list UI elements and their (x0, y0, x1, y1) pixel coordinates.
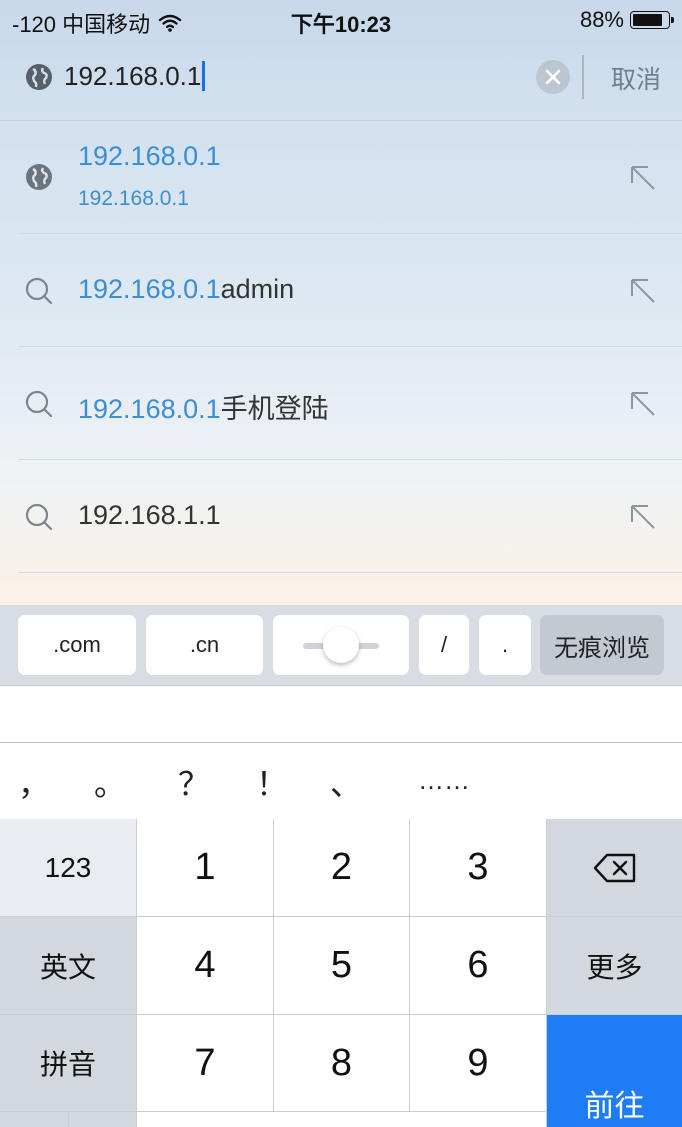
search-icon (25, 277, 53, 305)
cursor-slider[interactable] (273, 615, 409, 675)
arrow-up-left-icon[interactable] (628, 389, 658, 419)
key-9[interactable]: 9 (410, 1015, 546, 1111)
globe-icon (26, 164, 52, 190)
quick-input-bar: .com .cn / . 无痕浏览 (0, 605, 682, 685)
cancel-button[interactable]: 取消 (611, 60, 661, 96)
status-bar: -120 中国移动 下午10:23 88% (0, 0, 682, 38)
suggestion-item[interactable]: 192.168.0.1手机登陆 (0, 347, 682, 460)
key-6[interactable]: 6 (410, 917, 546, 1014)
key-7[interactable]: 7 (137, 1015, 273, 1111)
battery-fill (633, 14, 662, 26)
arrow-up-left-icon[interactable] (628, 502, 658, 532)
backspace-key[interactable] (547, 819, 682, 916)
key-5[interactable]: 5 (274, 917, 409, 1014)
punct-key[interactable]: 。 (94, 759, 126, 805)
arrow-up-left-icon[interactable] (628, 163, 658, 193)
suggestion-item[interactable]: 192.168.0.1 192.168.0.1 (0, 121, 682, 234)
suggestion-rest: 手机登陆 (220, 394, 329, 424)
suggestion-rest: 192.168.1.1 (78, 500, 221, 530)
suggestion-title: 192.168.0.1admin (78, 274, 294, 305)
punct-key[interactable]: ！ (256, 759, 288, 805)
key-english[interactable]: 英文 (0, 917, 136, 1014)
arrow-up-left-icon[interactable] (628, 276, 658, 306)
globe-icon (26, 64, 52, 90)
punct-key[interactable]: 、 (330, 759, 362, 805)
suggestion-title: 192.168.1.1 (78, 500, 221, 531)
punctuation-row: ， 。 ？ ！ 、 …… (0, 743, 682, 819)
status-right: 88% (579, 7, 674, 33)
key-2[interactable]: 2 (274, 819, 409, 916)
suggestion-rest: admin (220, 274, 295, 304)
suggestion-title: 192.168.0.1 (78, 141, 221, 172)
search-divider (582, 55, 584, 99)
key-pinyin[interactable]: 拼音 (0, 1015, 136, 1111)
key-8[interactable]: 8 (274, 1015, 409, 1111)
suggestion-title: 192.168.0.1手机登陆 (78, 387, 329, 426)
battery-icon (630, 11, 674, 29)
clear-button[interactable] (536, 60, 570, 94)
suggestion-divider (18, 572, 682, 573)
slash-key[interactable]: / (419, 615, 469, 675)
punct-key[interactable]: ？ (178, 759, 210, 805)
key-bottom-left-2[interactable] (69, 1112, 136, 1127)
key-4[interactable]: 4 (137, 917, 273, 1014)
private-browsing-button[interactable]: 无痕浏览 (540, 615, 664, 675)
com-key[interactable]: .com (18, 615, 136, 675)
dot-key[interactable]: . (479, 615, 531, 675)
key-1[interactable]: 1 (137, 819, 273, 916)
suggestion-highlight: 192.168.0.1 (78, 274, 221, 304)
suggestion-item[interactable]: 192.168.1.1 (0, 460, 682, 573)
search-input[interactable]: 192.168.0.1 (64, 58, 206, 94)
key-bottom-row[interactable] (137, 1112, 546, 1127)
search-icon (25, 503, 53, 531)
key-more[interactable]: 更多 (547, 917, 682, 1014)
suggestion-highlight: 192.168.0.1 (78, 141, 221, 171)
suggestion-item[interactable]: 192.168.0.1admin (0, 234, 682, 347)
candidate-area (0, 685, 682, 743)
go-button[interactable]: 前往 (547, 1015, 682, 1127)
key-bottom-left[interactable] (0, 1112, 68, 1127)
key-3[interactable]: 3 (410, 819, 546, 916)
numeric-keyboard: 123 1 2 3 英文 4 5 6 更多 拼音 7 8 9 前往 (0, 819, 682, 1127)
backspace-icon (593, 853, 635, 882)
search-input-value: 192.168.0.1 (64, 61, 202, 91)
close-icon (545, 69, 561, 85)
text-caret (202, 61, 206, 92)
cn-key[interactable]: .cn (146, 615, 263, 675)
battery-percent: 88% (579, 7, 624, 32)
punct-key[interactable]: ， (18, 759, 50, 805)
slider-knob[interactable] (323, 627, 359, 663)
punct-key[interactable]: …… (418, 765, 470, 796)
key-123[interactable]: 123 (0, 819, 136, 916)
search-bar: 192.168.0.1 取消 (0, 40, 682, 120)
search-icon (25, 390, 53, 418)
suggestion-highlight: 192.168.0.1 (78, 394, 221, 424)
suggestion-subtitle: 192.168.0.1 (78, 187, 189, 210)
